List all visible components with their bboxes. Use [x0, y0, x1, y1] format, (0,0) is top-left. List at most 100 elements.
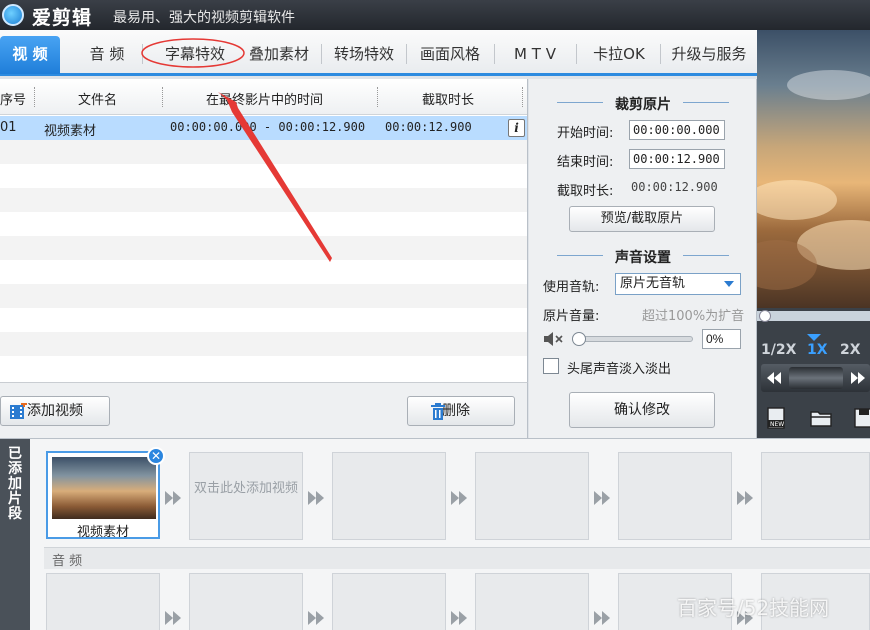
section-divider — [683, 102, 729, 103]
end-time-input[interactable]: 00:00:12.900 — [629, 149, 725, 169]
delete-button[interactable]: 删除 — [407, 396, 515, 426]
progress-bar[interactable] — [757, 310, 870, 322]
video-preview[interactable] — [757, 30, 870, 308]
tab-picture-style[interactable]: 画面风格 — [412, 38, 488, 70]
audio-slot[interactable] — [332, 573, 446, 630]
table-row[interactable]: 01 视频素材 00:00:00.000 - 00:00:12.900 00:0… — [0, 116, 527, 140]
tab-video[interactable]: 视 频 — [0, 36, 60, 74]
clip-duration-value: 00:00:12.900 — [631, 180, 718, 194]
next-arrow-icon — [163, 609, 185, 627]
settings-panel: 裁剪原片 开始时间: 00:00:00.000 结束时间: 00:00:12.9… — [529, 79, 757, 438]
cloud-shape — [757, 180, 837, 220]
jog-wheel[interactable] — [789, 367, 843, 389]
next-arrow-icon — [163, 489, 185, 507]
storyboard-sidebar: 已添加片段 — [0, 439, 30, 630]
audio-track-label: 使用音轨: — [543, 280, 600, 295]
save-icon[interactable] — [853, 406, 870, 430]
tab-overlay-material[interactable]: 叠加素材 — [243, 38, 315, 70]
dropdown-arrow-icon — [724, 281, 734, 287]
volume-slider-handle[interactable] — [572, 332, 586, 346]
tab-karaoke[interactable]: 卡拉OK — [583, 38, 655, 70]
empty-clip-slot[interactable] — [618, 452, 732, 540]
tab-separator — [142, 44, 143, 64]
tab-subtitle-effects[interactable]: 字幕特效 — [150, 38, 240, 70]
clip-slot-1[interactable]: 视频素材 — [46, 451, 160, 540]
delete-label: 删除 — [442, 403, 470, 419]
speed-normal-button[interactable]: 1X — [807, 342, 828, 358]
add-clip-slot[interactable]: 双击此处添加视频 — [189, 452, 303, 540]
audio-track-label: 音 频 — [52, 554, 83, 569]
title-bar: 爱剪辑 最易用、强大的视频剪辑软件 — [0, 0, 870, 30]
audio-track-select[interactable]: 原片无音轨 — [615, 273, 741, 295]
add-video-label: 添加视频 — [27, 403, 83, 419]
folder-icon[interactable] — [809, 406, 833, 430]
section-divider — [683, 255, 729, 256]
tab-separator — [660, 44, 661, 64]
tab-upgrade-service[interactable]: 升级与服务 — [664, 38, 754, 70]
empty-row — [0, 188, 527, 212]
main-tab-bar: 视 频 音 频 字幕特效 叠加素材 转场特效 画面风格 M T V 卡拉OK 升… — [0, 30, 757, 76]
new-file-icon[interactable]: NEW — [765, 406, 789, 430]
remove-clip-close-icon[interactable]: ✕ — [147, 447, 165, 465]
player-controls: 1/2X 1X 2X NEW — [757, 308, 870, 438]
confirm-button[interactable]: 确认修改 — [569, 392, 715, 428]
volume-slider[interactable] — [572, 332, 693, 346]
fade-label: 头尾声音淡入淡出 — [567, 362, 672, 377]
empty-row — [0, 140, 527, 164]
tab-separator — [576, 44, 577, 64]
volume-input[interactable]: 0% — [702, 329, 741, 349]
header-filename: 文件名 — [78, 93, 118, 108]
table-header: 序号 文件名 在最终影片中的时间 截取时长 — [0, 79, 527, 115]
clip-thumbnail — [52, 457, 156, 519]
header-timeline: 在最终影片中的时间 — [206, 93, 324, 108]
tab-audio[interactable]: 音 频 — [78, 38, 136, 70]
clip-label: 视频素材 — [76, 525, 129, 540]
next-arrow-icon — [306, 489, 328, 507]
svg-text:NEW: NEW — [770, 421, 784, 428]
empty-row — [0, 164, 527, 188]
empty-row — [0, 236, 527, 260]
empty-clip-slot[interactable] — [761, 452, 870, 540]
progress-handle[interactable] — [759, 310, 771, 322]
mute-speaker-icon[interactable] — [543, 331, 565, 347]
preview-trim-button[interactable]: 预览/截取原片 — [569, 206, 715, 232]
empty-clip-slot[interactable] — [332, 452, 446, 540]
end-time-label: 结束时间: — [557, 155, 614, 170]
app-logo-icon — [2, 4, 24, 26]
empty-row — [0, 284, 527, 308]
row-index: 01 — [0, 120, 17, 135]
tab-mtv[interactable]: M T V — [502, 38, 568, 70]
trim-section-title: 裁剪原片 — [615, 97, 671, 113]
volume-hint: 超过100%为扩音 — [642, 309, 745, 324]
tab-separator — [494, 44, 495, 64]
speed-indicator-icon — [807, 334, 821, 341]
row-info-button[interactable]: i — [508, 119, 525, 137]
row-filename: 视频素材 — [44, 124, 97, 139]
audio-track-bar — [44, 547, 870, 569]
header-duration: 截取时长 — [422, 93, 475, 108]
cloud-shape — [787, 70, 870, 100]
tab-transition-effects[interactable]: 转场特效 — [328, 38, 400, 70]
row-duration: 00:00:12.900 — [385, 120, 472, 134]
speed-half-button[interactable]: 1/2X — [761, 342, 796, 358]
next-arrow-icon — [735, 489, 757, 507]
add-video-button[interactable]: 添加视频 — [0, 396, 110, 426]
empty-clip-slot[interactable] — [475, 452, 589, 540]
empty-row — [0, 308, 527, 332]
volume-label: 原片音量: — [543, 309, 600, 324]
app-slogan: 最易用、强大的视频剪辑软件 — [113, 10, 295, 26]
clip-actions: 添加视频 删除 — [0, 382, 528, 438]
rewind-icon[interactable] — [767, 372, 781, 384]
speed-double-button[interactable]: 2X — [840, 342, 861, 358]
fast-forward-icon[interactable] — [851, 372, 865, 384]
audio-slot[interactable] — [475, 573, 589, 630]
app-name: 爱剪辑 — [32, 7, 93, 29]
fade-checkbox[interactable] — [543, 358, 559, 374]
audio-slot[interactable] — [189, 573, 303, 630]
next-arrow-icon — [306, 609, 328, 627]
start-time-input[interactable]: 00:00:00.000 — [629, 120, 725, 140]
tab-separator — [406, 44, 407, 64]
audio-slot[interactable] — [46, 573, 160, 630]
next-arrow-icon — [449, 489, 471, 507]
header-index: 序号 — [0, 93, 27, 108]
